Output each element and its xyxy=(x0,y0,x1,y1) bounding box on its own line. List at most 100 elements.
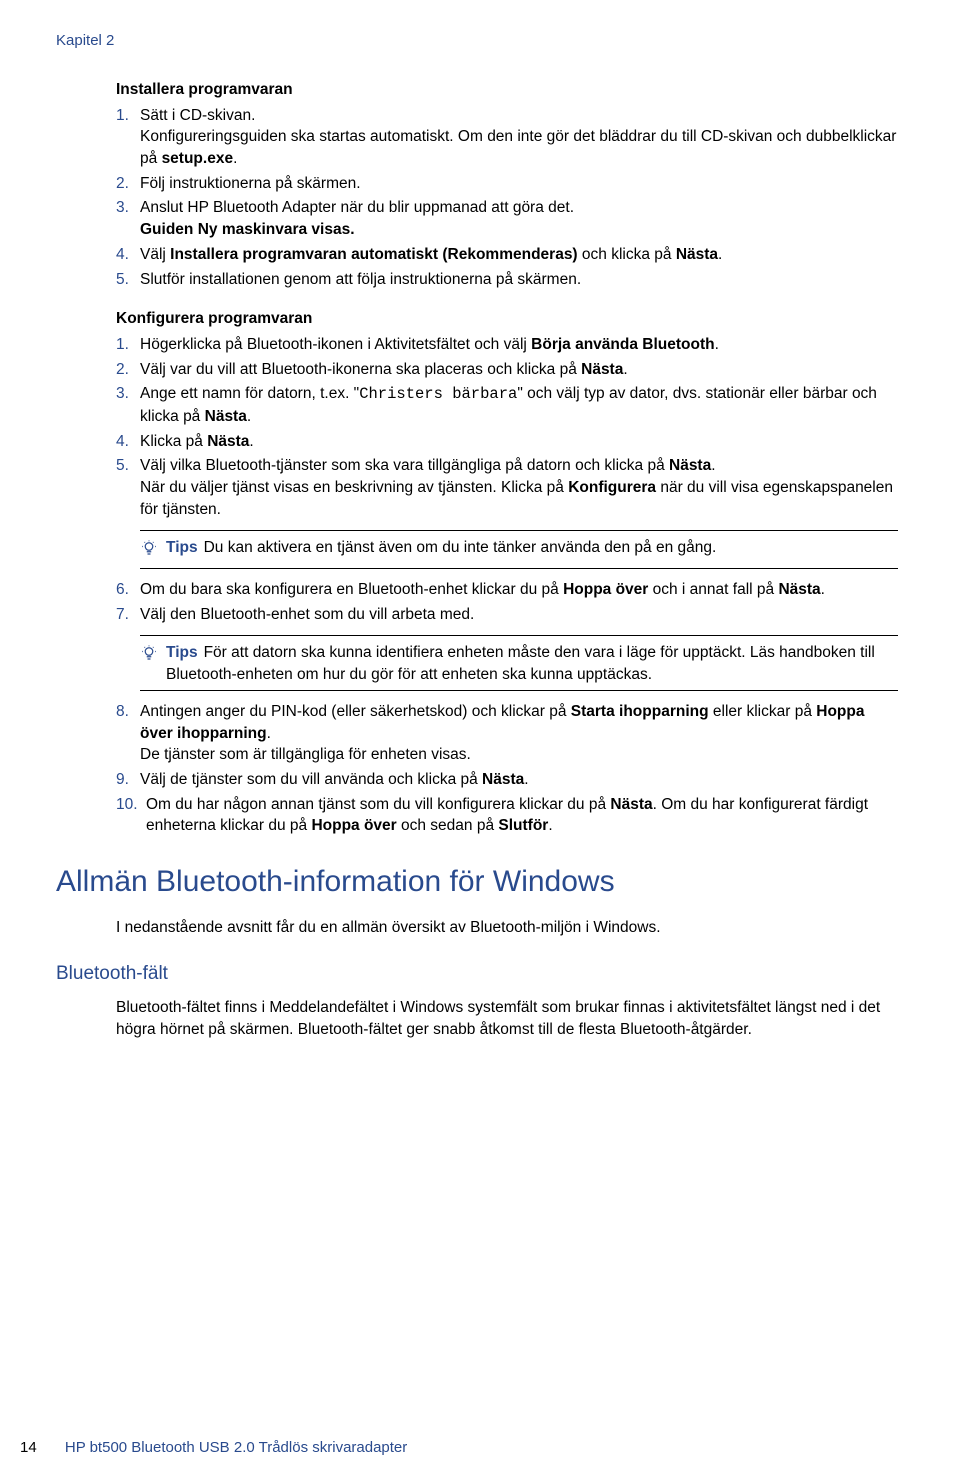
tip-rule xyxy=(140,568,898,569)
step-text: Välj var du vill att Bluetooth-ikonerna … xyxy=(140,361,581,378)
tip-label: Tips xyxy=(166,644,198,661)
step-bold: Hoppa över xyxy=(563,581,648,598)
step-number: 2. xyxy=(116,173,129,195)
step-text: . xyxy=(718,246,722,263)
step-text: . xyxy=(711,457,715,474)
step-text: eller klickar på xyxy=(709,703,817,720)
step-number: 4. xyxy=(116,431,129,453)
install-steps: 1. Sätt i CD-skivan. Konfigureringsguide… xyxy=(116,105,898,291)
step-text: Klicka på xyxy=(140,433,207,450)
step-number: 9. xyxy=(116,769,129,791)
install-step-1: 1. Sätt i CD-skivan. Konfigureringsguide… xyxy=(116,105,898,170)
main-intro: I nedanstående avsnitt får du en allmän … xyxy=(116,917,898,939)
step-text: Anslut HP Bluetooth Adapter när du blir … xyxy=(140,199,574,216)
step-bold: Starta ihopparning xyxy=(571,703,709,720)
step-bold: Nästa xyxy=(676,246,718,263)
step-number: 10. xyxy=(116,794,138,816)
install-step-5: 5. Slutför installationen genom att följ… xyxy=(116,269,898,291)
step-bold: Nästa xyxy=(669,457,711,474)
step-text: Välj xyxy=(140,246,170,263)
tip-rule xyxy=(140,690,898,691)
configure-step-9: 9. Välj de tjänster som du vill använda … xyxy=(116,769,898,791)
step-text: . xyxy=(715,336,719,353)
sub-body: Bluetooth-fältet finns i Meddelandefälte… xyxy=(116,997,898,1040)
configure-step-8: 8. Antingen anger du PIN-kod (eller säke… xyxy=(116,701,898,766)
configure-steps: 1. Högerklicka på Bluetooth-ikonen i Akt… xyxy=(116,334,898,837)
tip-body: För att datorn ska kunna identifiera enh… xyxy=(166,644,875,683)
configure-step-1: 1. Högerklicka på Bluetooth-ikonen i Akt… xyxy=(116,334,898,356)
step-number: 1. xyxy=(116,334,129,356)
tip-block: TipsFör att datorn ska kunna identifiera… xyxy=(140,635,898,690)
step-number: 5. xyxy=(116,455,129,477)
step-text: Konfigureringsguiden ska startas automat… xyxy=(140,128,896,167)
step-number: 8. xyxy=(116,701,129,723)
doc-title: HP bt500 Bluetooth USB 2.0 Trådlös skriv… xyxy=(65,1439,407,1456)
configure-step-6: 6. Om du bara ska konfigurera en Bluetoo… xyxy=(116,579,898,601)
step-number: 6. xyxy=(116,579,129,601)
step-bold: Nästa xyxy=(207,433,249,450)
step-number: 7. xyxy=(116,604,129,626)
step-number: 3. xyxy=(116,383,129,405)
step-text: . xyxy=(524,771,528,788)
step-text: De tjänster som är tillgängliga för enhe… xyxy=(140,746,471,763)
step-text: . xyxy=(821,581,825,598)
step-text: . xyxy=(249,433,253,450)
configure-step-10: 10. Om du har någon annan tjänst som du … xyxy=(116,794,898,837)
page-footer: 14 HP bt500 Bluetooth USB 2.0 Trådlös sk… xyxy=(20,1437,407,1458)
step-text: Sätt i CD-skivan. xyxy=(140,107,255,124)
tip-label: Tips xyxy=(166,539,198,556)
step-number: 4. xyxy=(116,244,129,266)
step-text: Välj vilka Bluetooth-tjänster som ska va… xyxy=(140,457,669,474)
step-text: Ange ett namn för datorn, t.ex. " xyxy=(140,385,359,402)
step-bold: Nästa xyxy=(610,796,652,813)
main-content: Installera programvaran 1. Sätt i CD-ski… xyxy=(116,79,898,837)
step-bold: Börja använda Bluetooth xyxy=(531,336,714,353)
tip-rule xyxy=(140,635,898,636)
tip-text: TipsFör att datorn ska kunna identifiera… xyxy=(166,642,898,685)
install-heading: Installera programvaran xyxy=(116,79,898,101)
step-text: Slutför installationen genom att följa i… xyxy=(140,271,581,288)
step-text: Om du bara ska konfigurera en Bluetooth-… xyxy=(140,581,563,598)
configure-step-2: 2. Välj var du vill att Bluetooth-ikoner… xyxy=(116,359,898,381)
step-bold: Konfigurera xyxy=(568,479,656,496)
configure-step-7: 7. Välj den Bluetooth-enhet som du vill … xyxy=(116,604,898,691)
step-number: 2. xyxy=(116,359,129,381)
step-bold: setup.exe xyxy=(162,150,234,167)
step-bold: Hoppa över xyxy=(311,817,396,834)
configure-heading: Konfigurera programvaran xyxy=(116,308,898,330)
step-bold: Installera programvaran automatiskt (Rek… xyxy=(170,246,577,263)
step-text: och klicka på xyxy=(578,246,676,263)
step-text: Följ instruktionerna på skärmen. xyxy=(140,175,361,192)
step-text: Om du har någon annan tjänst som du vill… xyxy=(146,796,610,813)
lightbulb-icon xyxy=(140,644,158,669)
configure-step-4: 4. Klicka på Nästa. xyxy=(116,431,898,453)
step-bold: Guiden Ny maskinvara visas. xyxy=(140,221,355,238)
step-bold: Nästa xyxy=(581,361,623,378)
step-text: . xyxy=(233,150,237,167)
configure-step-3: 3. Ange ett namn för datorn, t.ex. "Chri… xyxy=(116,383,898,427)
tip-body: Du kan aktivera en tjänst även om du int… xyxy=(204,539,717,556)
step-text: . xyxy=(267,725,271,742)
configure-step-5: 5. Välj vilka Bluetooth-tjänster som ska… xyxy=(116,455,898,569)
step-text: Antingen anger du PIN-kod (eller säkerhe… xyxy=(140,703,571,720)
step-text: . xyxy=(548,817,552,834)
step-text: Högerklicka på Bluetooth-ikonen i Aktivi… xyxy=(140,336,531,353)
install-step-4: 4. Välj Installera programvaran automati… xyxy=(116,244,898,266)
install-step-3: 3. Anslut HP Bluetooth Adapter när du bl… xyxy=(116,197,898,240)
lightbulb-icon xyxy=(140,539,158,564)
step-text: Välj de tjänster som du vill använda och… xyxy=(140,771,482,788)
sub-para: Bluetooth-fältet finns i Meddelandefälte… xyxy=(116,997,898,1040)
tip-rule xyxy=(140,530,898,531)
step-text: När du väljer tjänst visas en beskrivnin… xyxy=(140,479,568,496)
step-number: 3. xyxy=(116,197,129,219)
step-bold: Slutför xyxy=(498,817,548,834)
step-text: Välj den Bluetooth-enhet som du vill arb… xyxy=(140,606,474,623)
step-number: 5. xyxy=(116,269,129,291)
tip-block: Tips Du kan aktivera en tjänst även om du… xyxy=(140,530,898,569)
tip-text: Tips Du kan aktivera en tjänst även om du… xyxy=(166,537,716,559)
main-heading: Allmän Bluetooth-information för Windows xyxy=(56,861,904,903)
step-bold: Nästa xyxy=(778,581,820,598)
step-text: . xyxy=(623,361,627,378)
step-text: och sedan på xyxy=(397,817,499,834)
step-number: 1. xyxy=(116,105,129,127)
